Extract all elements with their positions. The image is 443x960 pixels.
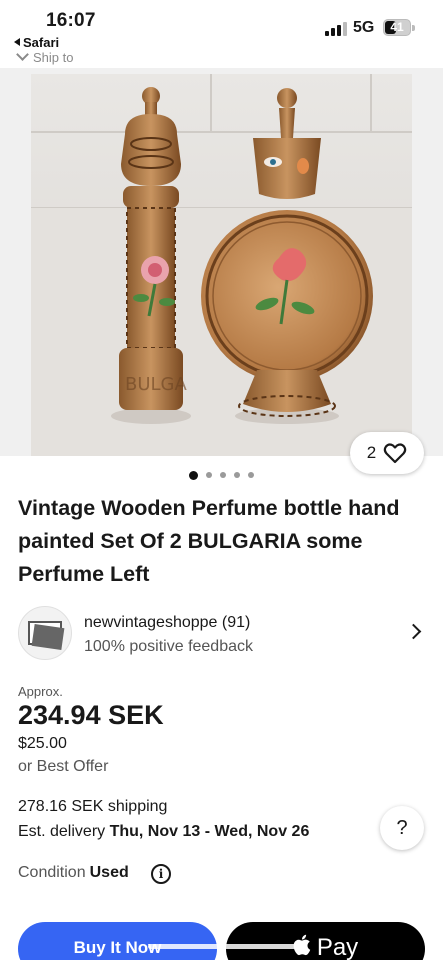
seller-avatar[interactable] <box>18 606 72 660</box>
buy-it-now-button[interactable]: Buy It Now <box>18 922 217 960</box>
battery-icon: 41 <box>383 19 415 36</box>
carousel-dot-active[interactable] <box>189 470 198 480</box>
listing-title: Vintage Wooden Perfume bottle hand paint… <box>18 496 400 586</box>
condition-row: Condition Used <box>18 864 129 882</box>
delivery-dates: Thu, Nov 13 - Wed, Nov 26 <box>109 823 310 840</box>
image-carousel-dots[interactable] <box>0 470 443 480</box>
signal-icon <box>325 22 347 36</box>
carousel-dot[interactable] <box>206 472 212 478</box>
carousel-dot[interactable] <box>220 472 226 478</box>
product-photo[interactable]: BULGA <box>31 74 412 456</box>
info-icon[interactable]: i <box>151 864 171 884</box>
carousel-dot[interactable] <box>234 472 240 478</box>
delivery-prefix: Est. delivery <box>18 823 110 840</box>
battery-level: 41 <box>390 20 404 34</box>
pay-label: Pay <box>316 934 359 960</box>
best-offer-text: or Best Offer <box>18 758 109 775</box>
back-app-label: Safari <box>23 35 60 50</box>
help-button[interactable]: ? <box>380 806 424 850</box>
svg-text:BULGA: BULGA <box>125 374 188 395</box>
status-bar: 16:07 Safari 5G 41 <box>0 0 443 52</box>
chevron-right-icon[interactable] <box>405 623 422 640</box>
condition-value: Used <box>89 864 129 881</box>
shipping-cost: 278.16 SEK shipping <box>18 798 168 815</box>
back-arrow-icon <box>14 38 20 46</box>
delivery-estimate: Est. delivery Thu, Nov 13 - Wed, Nov 26 <box>18 823 309 841</box>
seller-name: newvintageshoppe (91) <box>84 614 251 631</box>
condition-label: Condition <box>18 864 86 881</box>
store-icon <box>28 621 65 650</box>
watch-button[interactable]: 2 <box>350 432 424 474</box>
converted-price: 234.94 SEK <box>18 700 164 730</box>
watch-count: 2 <box>366 443 377 462</box>
back-to-app-link[interactable]: Safari <box>14 35 59 50</box>
clock: 16:07 <box>46 10 96 31</box>
image-gallery[interactable]: BULGA <box>0 68 443 456</box>
seller-feedback: 100% positive feedback <box>84 638 253 655</box>
network-type: 5G <box>353 19 375 36</box>
perfume-bottles-image: BULGA <box>31 74 412 456</box>
ship-to-label: Ship to <box>33 50 74 65</box>
carousel-dot[interactable] <box>248 472 254 478</box>
seller-card[interactable]: newvintageshoppe (91) 100% positive feed… <box>0 602 443 664</box>
approx-label: Approx. <box>18 684 63 699</box>
heart-icon <box>384 443 407 464</box>
apple-pay-button[interactable]: Pay <box>226 922 425 960</box>
ship-to-selector[interactable]: Ship to <box>16 48 74 65</box>
home-indicator <box>148 944 296 949</box>
original-price: $25.00 <box>18 735 67 752</box>
chevron-down-icon <box>16 48 29 61</box>
